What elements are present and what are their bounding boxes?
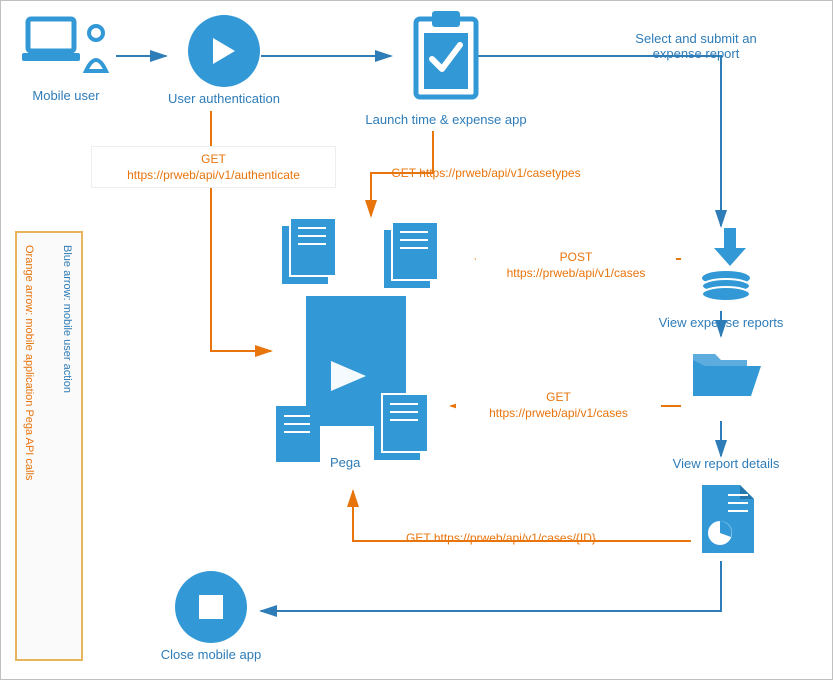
api-casetypes: GET https://prweb/api/v1/casetypes (346, 166, 626, 180)
api-authenticate-method: GET (201, 152, 226, 166)
node-launch-app: Launch time & expense app (361, 7, 531, 127)
node-expense-reports: View expense reports (681, 226, 771, 330)
api-get-url: https://prweb/api/v1/cases (489, 406, 628, 420)
node-folder (686, 346, 766, 409)
pega-label: Pega (330, 455, 360, 470)
folder-open-icon (689, 346, 763, 404)
api-casetypes-url: https://prweb/api/v1/casetypes (419, 166, 580, 180)
api-authenticate-url: https://prweb/api/v1/authenticate (127, 168, 300, 182)
api-get-case-id: GET https://prweb/api/v1/cases/{ID} (361, 531, 641, 545)
legend-orange-text: Orange arrow: mobile application Pega AP… (23, 245, 35, 650)
node-close-app: Close mobile app (151, 571, 271, 662)
node-user-auth: User authentication (159, 15, 289, 106)
api-casetypes-method: GET (391, 166, 415, 180)
legend-blue-text: Blue arrow: mobile user action (61, 245, 73, 650)
api-authenticate: GET https://prweb/api/v1/authenticate (91, 146, 336, 188)
api-post-url: https://prweb/api/v1/cases (507, 266, 646, 280)
node-report-detail (693, 481, 763, 562)
report-document-icon (698, 481, 758, 557)
download-coins-icon (686, 226, 766, 306)
action-select-submit: Select and submit an expense report (621, 31, 771, 61)
api-post-cases: POST https://prweb/api/v1/cases (476, 249, 676, 281)
view-report-details-label: View report details (651, 456, 801, 471)
api-caseid-url: https://prweb/api/v1/cases/{ID} (434, 531, 596, 545)
laptop-user-icon (22, 11, 110, 79)
node-mobile-user: Mobile user (11, 11, 121, 103)
user-auth-label: User authentication (159, 91, 289, 106)
node-pega: Pega (276, 216, 466, 491)
mobile-user-label: Mobile user (11, 88, 121, 103)
clipboard-check-icon (406, 7, 486, 103)
documents-stack-icon (276, 216, 466, 471)
pega-api-flow-diagram: Mobile user User authentication Launch t… (0, 0, 833, 680)
launch-app-label: Launch time & expense app (361, 112, 531, 127)
api-post-method: POST (560, 250, 593, 264)
stop-icon (175, 571, 247, 643)
close-app-label: Close mobile app (151, 647, 271, 662)
api-caseid-method: GET (406, 531, 430, 545)
api-get-method: GET (546, 390, 571, 404)
api-get-cases: GET https://prweb/api/v1/cases (456, 389, 661, 421)
play-icon (188, 15, 260, 87)
legend-box: Blue arrow: mobile user action Orange ar… (15, 231, 83, 661)
view-expense-reports-label: View expense reports (651, 315, 791, 330)
